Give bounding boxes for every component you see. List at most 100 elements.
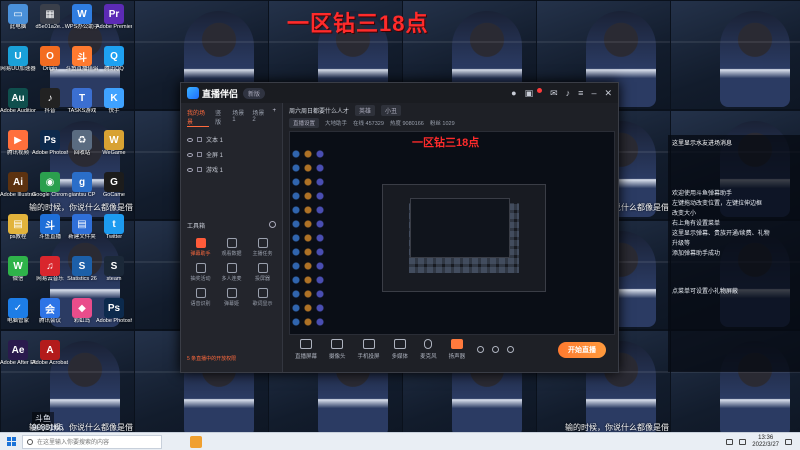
room-subcategory[interactable]: 小丑 (381, 104, 402, 116)
microphone-button[interactable]: 麦克风 (420, 339, 437, 360)
desktop-icon[interactable]: PsAdobe Photoshop (96, 298, 132, 325)
taskbar-clock[interactable]: 13:36 2022/3/27 (752, 435, 779, 449)
tool-lottery[interactable]: 抽奖活动 (185, 263, 216, 282)
desktop-icon[interactable]: ▤ 新建文件夹 (64, 214, 100, 241)
camera-button[interactable]: 摄像头 (329, 339, 346, 360)
desktop-icon[interactable]: 会腾讯会议 (32, 298, 68, 325)
start-button[interactable] (0, 433, 22, 450)
desktop-icon[interactable]: S Statistics 26 (64, 256, 100, 283)
avatar-icon[interactable]: ● (511, 88, 516, 98)
taskbar-search-box[interactable]: 在这里输入你要搜索的内容 (22, 434, 162, 449)
desktop-icon[interactable]: ♫ 网易云音乐 (32, 256, 68, 283)
layer-item[interactable]: 文本 1 (181, 132, 282, 147)
tool-anchor-tasks[interactable]: 主播任务 (247, 238, 278, 257)
close-icon[interactable]: ✕ (604, 88, 612, 99)
desktop-icon[interactable]: Ssteam (96, 256, 132, 283)
record-icon[interactable] (477, 346, 485, 353)
desktop-icon[interactable]: ◆ 彩虹岛 (64, 298, 100, 325)
volume-icon[interactable] (739, 438, 747, 445)
desktop-icon[interactable]: Q 腾讯QQ (96, 46, 132, 73)
streaming-companion-window[interactable]: 直播伴侣 新版 ● ▣ ✉ ♪ ≡ – ✕ 我的场景 竖版 场景1 场景2 + … (180, 82, 619, 373)
tab-scene-1[interactable]: 场景1 (232, 108, 246, 127)
desktop-icon[interactable]: t Twitter (96, 214, 132, 241)
tool-lyrics[interactable]: 歌词显示 (247, 288, 278, 307)
desktop-icon[interactable]: Au Adobe Audition (0, 88, 36, 115)
layer-item[interactable]: 全屏 1 (181, 147, 282, 162)
desktop-icon-label: d5e01a2e... (35, 24, 65, 30)
desktop-icon[interactable]: A Adobe Acrobat (32, 340, 68, 367)
desktop-icon[interactable]: 斗斗鱼直播 (32, 214, 68, 241)
eye-icon[interactable] (187, 167, 193, 172)
lock-icon[interactable] (197, 152, 202, 157)
desktop-icon[interactable]: ◉ Google Chrome (32, 172, 68, 199)
desktop-icon[interactable]: ✓ 电脑管家 (0, 298, 36, 325)
desktop-icon[interactable]: W WeGame (96, 130, 132, 157)
live-settings-button[interactable]: 直播设置 (289, 117, 320, 128)
tab-my-scene[interactable]: 我的场景 (187, 108, 210, 127)
desktop-icon-label: Adobe Premiere (96, 24, 132, 30)
desktop-icon[interactable]: PsAdobe Photoshop (32, 130, 68, 157)
desktop-icon[interactable]: O Origin (32, 46, 68, 73)
app-icon: Ai (8, 172, 28, 192)
add-scene-icon[interactable]: + (272, 108, 276, 127)
tool-danmu-helper[interactable]: 弹幕助手 (185, 238, 216, 257)
desktop-icon[interactable]: ▶ 腾讯视频 (0, 130, 36, 157)
desktop-icon[interactable]: g giantsu CP (64, 172, 100, 199)
desktop-icon[interactable]: AeAdobe After Effects (0, 340, 36, 367)
tab-vertical[interactable]: 竖版 (215, 108, 226, 127)
gear-icon[interactable] (269, 221, 276, 228)
stream-preview[interactable]: 一区钻三18点 (289, 131, 615, 335)
tool-cast[interactable]: 投屏器 (247, 263, 278, 282)
lock-icon[interactable] (197, 137, 202, 142)
bell-icon[interactable]: ♪ (566, 88, 571, 98)
desktop-icon[interactable]: T TASKS游戏 (64, 88, 100, 115)
permission-notice[interactable]: 5 条直播中的开放权限 (187, 355, 236, 362)
eye-preview-icon[interactable] (492, 346, 500, 353)
layer-item[interactable]: 游戏 1 (181, 162, 282, 177)
danmu-chat-panel[interactable]: 这里显示水友进场消息 欢迎使用斗鱼弹幕助手 左键拖动改变位置，左键拉伸边框 改变… (668, 135, 800, 372)
network-icon[interactable] (726, 438, 734, 445)
tab-scene-2[interactable]: 场景2 (252, 108, 266, 127)
minimize-icon[interactable]: – (591, 88, 596, 98)
desktop-icon[interactable]: 斗斗鱼直播伴侣 (64, 46, 100, 73)
speaker-button[interactable]: 扬声器 (449, 339, 465, 360)
desktop-icon[interactable]: W 微信 (0, 256, 36, 283)
tool-multi-mic[interactable]: 多人连麦 (216, 263, 247, 282)
tool-view-data[interactable]: 观看数据 (216, 238, 247, 257)
desktop-icon-label: 腾讯视频 (6, 150, 29, 156)
settings-icon[interactable] (507, 346, 515, 353)
desktop-icon[interactable]: ♪ 抖音 (32, 88, 68, 115)
room-category[interactable]: 英雄 (355, 104, 376, 116)
desktop-icon[interactable]: U 网易UU加速器 (0, 46, 36, 73)
tool-voice-recognition[interactable]: 语音识别 (185, 288, 216, 307)
app-icon: ▶ (8, 130, 28, 150)
media-button[interactable]: 多媒体 (392, 339, 408, 360)
desktop-icon[interactable]: AiAdobe Illustrator (0, 172, 36, 199)
chat-line: 升级等 (672, 241, 691, 247)
phone-cast-button[interactable]: 手机投屏 (358, 339, 380, 360)
desktop-icon[interactable]: ♻ 回收站 (64, 130, 100, 157)
taskbar-app-douyu[interactable] (190, 435, 202, 448)
version-badge[interactable]: 新版 (243, 87, 266, 99)
lock-icon[interactable] (197, 167, 202, 172)
desktop-icon[interactable]: G GoCame (96, 172, 132, 199)
chat-line: 改变大小 (672, 211, 697, 217)
tool-danmu-girl[interactable]: 弹幕姬 (216, 288, 247, 307)
notification-center-icon[interactable] (785, 438, 792, 445)
desktop-icon[interactable]: ▦ d5e01a2e... (32, 4, 68, 31)
desktop-icon[interactable]: ▤ ps教程 (0, 214, 36, 241)
room-title[interactable]: 周六周日都要什么人才 (289, 106, 349, 115)
desktop-icon[interactable]: K 快手 (96, 88, 132, 115)
go-live-button[interactable]: 开始直播 (558, 341, 606, 358)
eye-icon[interactable] (187, 152, 193, 157)
message-icon[interactable]: ✉ (550, 88, 558, 99)
screen-capture-button[interactable]: 直播屏幕 (295, 339, 317, 360)
app-icon: 斗 (40, 214, 60, 234)
gift-icon[interactable]: ▣ (525, 88, 534, 99)
menu-icon[interactable]: ≡ (578, 88, 583, 98)
desktop-icon[interactable]: W WPS办公助手 (64, 4, 100, 31)
desktop-icon[interactable]: ▭ 此电脑 (0, 4, 36, 31)
desktop-icon[interactable]: Pr Adobe Premiere (96, 4, 132, 31)
eye-icon[interactable] (187, 137, 193, 142)
app-icon: ▤ (72, 214, 92, 234)
